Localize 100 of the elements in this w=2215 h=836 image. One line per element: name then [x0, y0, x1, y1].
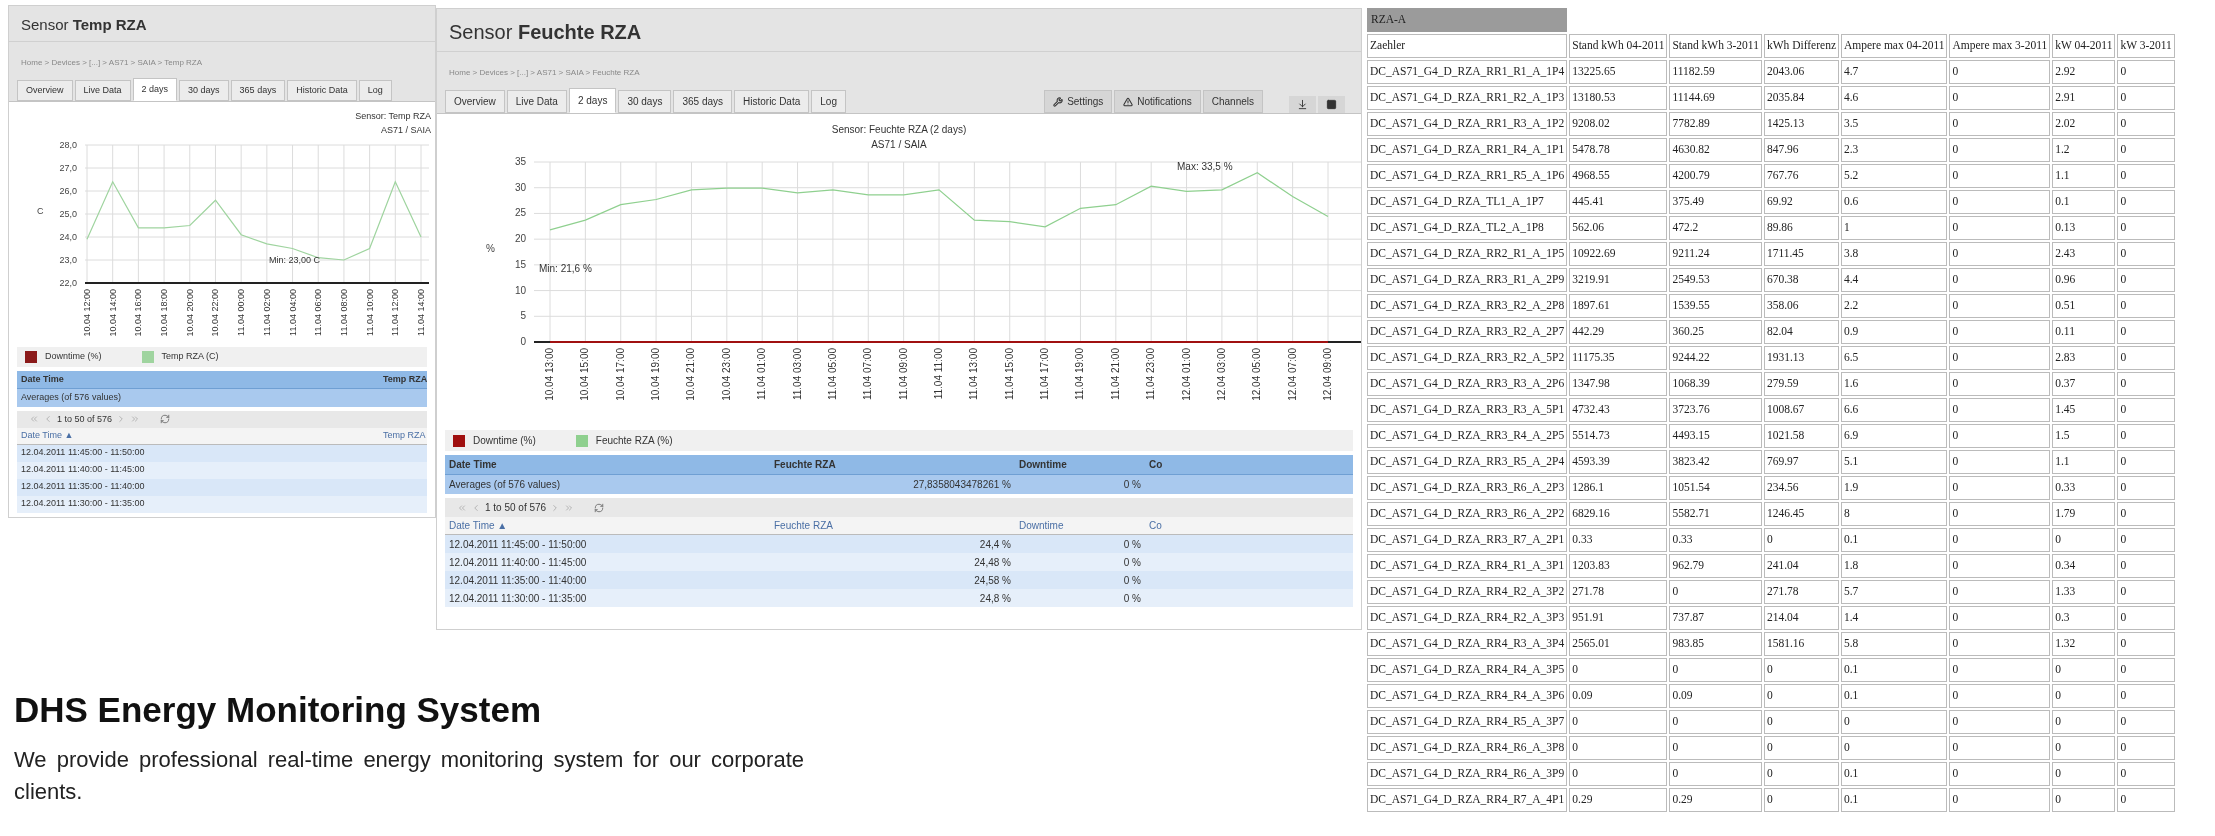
column-header[interactable]: Date Time [445, 455, 770, 474]
table-cell: 0.6 [1841, 190, 1948, 214]
tab[interactable]: 2 days [132, 77, 178, 101]
table-cell: 4630.82 [1669, 138, 1762, 162]
axis-tick-label: 12.04 07:00 [1286, 348, 1298, 401]
table-cell: 0.33 [2052, 476, 2116, 500]
legend-label: Feuchte RZA (%) [595, 434, 673, 448]
table-cell: 9211.24 [1669, 242, 1762, 266]
tab[interactable]: Live Data [506, 90, 567, 113]
table-cell: 0 [1949, 632, 2051, 656]
tab[interactable]: Historic Data [287, 79, 357, 101]
breadcrumb: Home > Devices > [...] > AS71 > SAIA > Feuchte RZA [449, 68, 640, 77]
axis-label: C [37, 206, 44, 216]
previous-page-icon[interactable] [471, 502, 481, 513]
table-cell-text: 12.04.2011 11:35:00 - 11:40:00 [20, 480, 146, 494]
table-cell: 0.1 [1841, 528, 1948, 552]
table-cell: 0.9 [1841, 320, 1948, 344]
tab[interactable]: 30 days [179, 79, 229, 101]
tab[interactable]: 365 days [673, 90, 733, 113]
column-header[interactable]: Temp RZA [379, 428, 430, 444]
toolbar-icon-button[interactable] [1289, 96, 1316, 113]
first-page-icon[interactable] [457, 502, 467, 513]
last-page-icon[interactable] [130, 414, 141, 425]
tab[interactable]: Live Data [74, 79, 131, 101]
table-cell: 0.96 [2052, 268, 2116, 292]
table-cell: DC_AS71_G4_D_RZA_RR4_R4_A_3P5 [1367, 658, 1568, 682]
table-cell-text: 0 % [1122, 478, 1142, 492]
axis-tick-label: 11.04 05:00 [826, 348, 838, 401]
table-cell: 0.1 [1841, 762, 1948, 786]
first-page-icon[interactable] [29, 414, 39, 425]
axis-tick-label: 12.04 09:00 [1322, 348, 1333, 401]
axis-tick-label: 15 [514, 258, 526, 270]
table-cell: 2.92 [2052, 60, 2116, 84]
column-header: kW 3-2011 [2117, 34, 2175, 58]
tab[interactable]: Log [811, 90, 846, 113]
table-cell: 0 [2052, 762, 2116, 786]
table-cell: 1.8 [1841, 554, 1948, 578]
tab[interactable]: 30 days [618, 90, 672, 113]
tab[interactable]: 365 days [230, 79, 286, 101]
toolbar-button[interactable]: Notifications [1114, 90, 1201, 113]
axis-tick-label: 11.04 15:00 [1003, 348, 1015, 401]
toolbar-button[interactable]: Channels [1202, 90, 1263, 113]
table-cell: DC_AS71_G4_D_RZA_RR4_R5_A_3P7 [1367, 710, 1568, 734]
table-cell: 0.13 [2052, 216, 2116, 240]
axis-tick-label: 30 [514, 181, 526, 193]
column-header[interactable]: Co [1145, 455, 1353, 474]
column-header[interactable]: Temp RZA [379, 370, 432, 388]
table-cell: 0 [1949, 320, 2051, 344]
table-cell-text: 12.04.2011 11:45:00 - 11:50:00 [20, 446, 146, 460]
table-cell: 89.86 [1763, 216, 1839, 240]
table-cell: 0 [2117, 86, 2175, 110]
axis-tick-label: 11.04 08:00 [338, 289, 349, 336]
table-cell: 5.1 [1841, 450, 1948, 474]
toolbar-button[interactable]: Settings [1044, 90, 1113, 113]
legend-label: Downtime (%) [473, 434, 536, 448]
table-cell-text: 27,8358043478261 % [912, 478, 1012, 492]
table-cell: DC_AS71_G4_D_RZA_TL2_A_1P8 [1367, 216, 1568, 240]
column-header[interactable]: Feuchte RZA [770, 517, 1015, 534]
table-cell: 4.7 [1841, 60, 1948, 84]
table-cell: 9244.22 [1669, 346, 1762, 370]
table-cell: 0 [2117, 190, 2175, 214]
column-header[interactable]: Date Time [17, 370, 379, 388]
tab[interactable]: Log [358, 79, 392, 101]
tab[interactable]: Overview [445, 90, 505, 113]
refresh-icon[interactable] [594, 502, 605, 513]
table-cell: DC_AS71_G4_D_RZA_RR4_R6_A_3P9 [1367, 762, 1568, 786]
column-header[interactable]: Co [1145, 517, 1353, 534]
refresh-icon[interactable] [160, 414, 171, 425]
previous-page-icon[interactable] [43, 414, 53, 425]
axis-tick-label: 11.04 11:00 [933, 348, 944, 400]
last-page-icon[interactable] [564, 502, 575, 513]
tab[interactable]: Historic Data [734, 90, 810, 113]
column-header[interactable]: Date Time ▲ [445, 517, 770, 534]
table-cell: 962.79 [1669, 554, 1762, 578]
table-cell: 0 [1763, 528, 1839, 552]
column-header[interactable]: Date Time ▲ [17, 428, 379, 444]
column-header[interactable]: Feuchte RZA [770, 455, 1015, 474]
tab[interactable]: Overview [17, 79, 73, 101]
table-cell: 13180.53 [1569, 86, 1668, 110]
table-cell: 1711.45 [1763, 242, 1839, 266]
axis-tick-label: 11.04 21:00 [1109, 348, 1121, 401]
table-cell: 670.38 [1763, 268, 1839, 292]
column-header[interactable]: Downtime [1015, 455, 1145, 474]
column-header[interactable]: Downtime [1015, 517, 1145, 534]
table-cell: 4493.15 [1669, 424, 1762, 448]
tab[interactable]: 2 days [568, 88, 617, 113]
table-cell: 0 [2117, 242, 2175, 266]
table-cell: DC_AS71_G4_D_RZA_RR4_R2_A_3P2 [1367, 580, 1568, 604]
table-cell: 0 [2117, 398, 2175, 422]
table-cell: 951.91 [1569, 606, 1668, 630]
axis-tick-label: 10.04 16:00 [133, 289, 144, 337]
table-cell: 0 [1949, 554, 2051, 578]
table-cell: DC_AS71_G4_D_RZA_RR3_R2_A_2P8 [1367, 294, 1568, 318]
table-cell: 0 [2117, 710, 2175, 734]
toolbar-icon-button[interactable] [1318, 96, 1345, 113]
table-cell: 0 [2052, 788, 2116, 812]
chart-subtitle: AS71 / SAIA [380, 123, 431, 137]
table-cell: 0 [1763, 710, 1839, 734]
intro-paragraph: We provide professional real-time energy monitoring system for our corporate clients. [14, 745, 804, 806]
table-cell: 0 [1949, 164, 2051, 188]
